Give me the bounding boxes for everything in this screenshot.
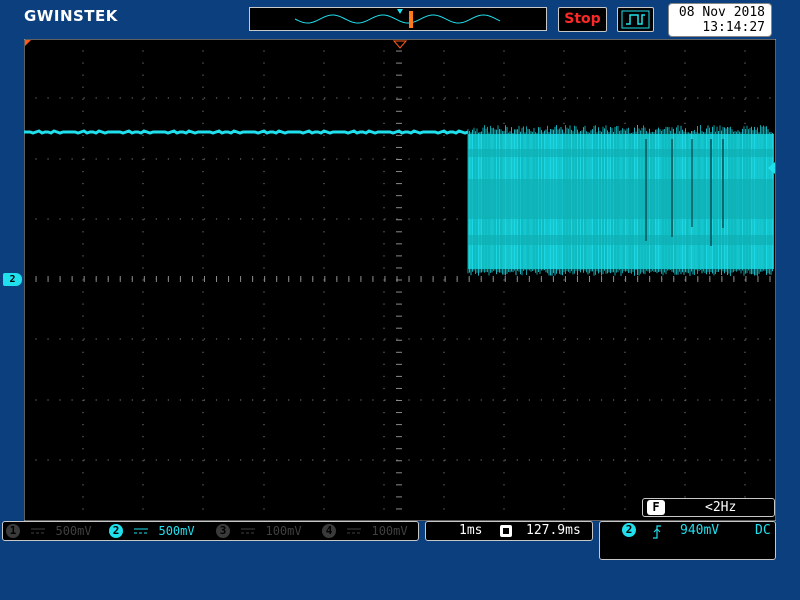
channel-status-bar[interactable]: 1 500mV 2 500mV 3 100mV 4 100mV <box>2 521 419 541</box>
date-text: 08 Nov 2018 <box>678 5 765 20</box>
timebase-status[interactable]: 1ms 127.9ms <box>425 521 593 541</box>
rising-edge-icon <box>653 525 661 539</box>
ch4-scale: 100mV <box>371 524 408 538</box>
dc-coupling-icon <box>241 528 256 533</box>
frequency-badge: F <box>647 500 665 515</box>
dc-coupling-icon <box>134 528 149 533</box>
trigger-mode-button[interactable] <box>617 7 654 32</box>
dc-coupling-icon <box>347 528 362 533</box>
ch3-status[interactable]: 3 100mV <box>216 522 302 540</box>
ch2-status[interactable]: 2 500mV <box>109 522 195 540</box>
ch2-scale: 500mV <box>158 524 195 538</box>
h-position-icon <box>500 525 512 537</box>
overview-sine-wave <box>294 9 501 28</box>
frequency-counter: F <2Hz <box>642 498 775 517</box>
ch2-ground-marker[interactable]: 2 <box>3 273 22 286</box>
trigger-level: 940mV <box>680 523 720 538</box>
waveform-display[interactable] <box>24 39 776 521</box>
ch4-number: 4 <box>322 523 336 538</box>
ch3-scale: 100mV <box>265 524 302 538</box>
pulse-icon <box>621 10 650 29</box>
ch4-status[interactable]: 4 100mV <box>322 522 408 540</box>
ch1-status[interactable]: 1 500mV <box>6 522 92 540</box>
trigger-source: 2 <box>622 523 636 537</box>
timebase-scale: 1ms <box>459 523 483 538</box>
trigger-status[interactable]: 2 940mV DC <box>599 521 776 560</box>
overview-window-marker[interactable] <box>409 11 413 28</box>
ch3-number: 3 <box>216 523 230 538</box>
dc-coupling-icon <box>31 528 46 533</box>
frequency-value: <2Hz <box>705 500 737 515</box>
waveform-overview-bar[interactable] <box>249 7 547 31</box>
ch1-scale: 500mV <box>55 524 92 538</box>
overview-trigger-marker <box>397 9 403 14</box>
date-time-display: 08 Nov 2018 13:14:27 <box>668 3 772 37</box>
gwinstek-logo: GWINSTEK <box>24 7 118 25</box>
ch2-number: 2 <box>109 523 123 538</box>
scope-graticule <box>24 39 776 521</box>
ch1-number: 1 <box>6 523 20 538</box>
time-text: 13:14:27 <box>702 20 765 35</box>
trigger-coupling: DC <box>755 523 771 538</box>
run-stop-button[interactable]: Stop <box>558 7 607 32</box>
horizontal-position: 127.9ms <box>526 523 581 538</box>
